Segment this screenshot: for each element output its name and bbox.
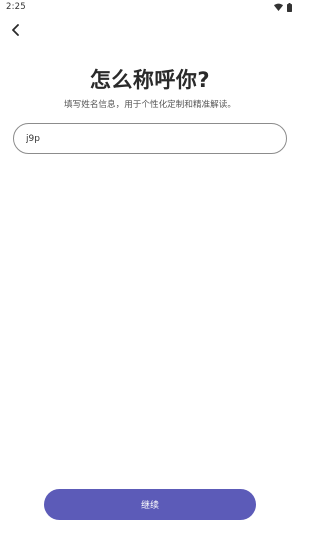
continue-button[interactable]: 继续 [44,489,256,520]
status-icons [274,2,292,12]
page-subtitle: 填写姓名信息，用于个性化定制和精准解读。 [64,100,236,110]
page-title: 怎么称呼你? [89,68,211,92]
status-bar: 2:25 [0,0,300,14]
back-button[interactable] [8,22,24,38]
wifi-icon [274,3,283,11]
screen: 2:25 怎么称呼你? 填写姓名信息，用于个性化定制和精准解读。 继续 [0,0,300,534]
status-time: 2:25 [6,2,26,12]
chevron-left-icon [11,21,21,40]
battery-icon [287,2,292,12]
name-input[interactable] [13,123,287,154]
